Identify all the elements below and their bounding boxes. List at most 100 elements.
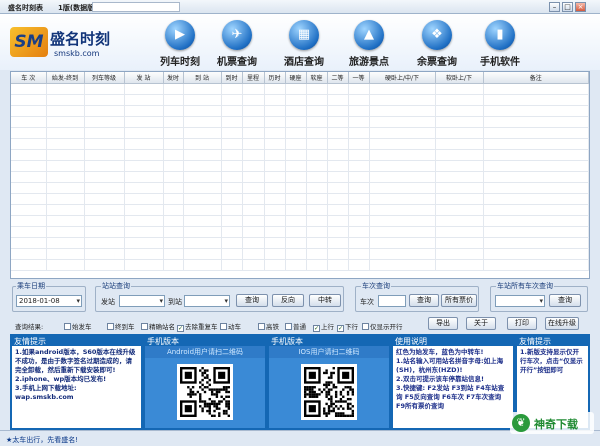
pass-query-button[interactable]: 查询 bbox=[549, 294, 581, 307]
from-station-select[interactable] bbox=[119, 295, 165, 307]
timetable-grid[interactable]: 车 次始发-终到 列车等级发 站发时到 站到时 里程 历时 硬座 软座 二等 一等 硬卧上/中/… bbox=[10, 71, 590, 279]
date-picker[interactable]: 2018-01-08 bbox=[16, 295, 82, 307]
tips-panel-body: 1.如果android版本，S60版本在线升级不成功，是由于数字签名过期造成的，… bbox=[12, 346, 141, 428]
column-header[interactable]: 发时 bbox=[163, 72, 184, 84]
train-no-input[interactable] bbox=[378, 295, 406, 307]
nav-button-0[interactable]: ▶ 列车时刻 bbox=[148, 20, 212, 68]
column-header[interactable]: 发 站 bbox=[124, 72, 164, 84]
minimize-button[interactable]: – bbox=[549, 2, 560, 12]
table-row bbox=[11, 171, 589, 183]
table-row bbox=[11, 226, 589, 238]
train-icon: ▶ bbox=[165, 20, 195, 50]
title-bar: 盛名时刻表 1版(数据版本: – □ × bbox=[0, 0, 600, 14]
export-button[interactable]: 导出 bbox=[428, 317, 458, 330]
table-row bbox=[11, 215, 589, 227]
brand-site: smskb.com bbox=[54, 49, 100, 58]
filter-checkbox[interactable]: 动车 bbox=[220, 321, 241, 331]
checked-box-icon[interactable]: ✓ bbox=[337, 325, 344, 332]
column-header[interactable]: 始发-终到 bbox=[46, 72, 85, 84]
checked-box-icon[interactable]: ✓ bbox=[177, 325, 184, 332]
train-query-button[interactable]: 查询 bbox=[409, 294, 439, 307]
maximize-button[interactable]: □ bbox=[562, 2, 573, 12]
table-row bbox=[11, 127, 589, 139]
table-row bbox=[11, 160, 589, 172]
unchecked-box-icon[interactable] bbox=[107, 323, 114, 330]
nav-button-1[interactable]: ✈ 机票查询 bbox=[205, 20, 269, 68]
status-text: ★太车出行，先看盛名! bbox=[6, 436, 79, 444]
unchecked-box-icon[interactable] bbox=[220, 323, 227, 330]
table-row bbox=[11, 237, 589, 249]
column-header[interactable]: 列车等级 bbox=[84, 72, 125, 84]
unchecked-box-icon[interactable] bbox=[258, 323, 265, 330]
filter-label-text: 上行 bbox=[321, 323, 334, 331]
usage-panel: 使用说明 红色为始发车，蓝色为中转车! 1.站名输入可用站名拼音字母:如上海(S… bbox=[391, 334, 515, 430]
unchecked-box-icon[interactable] bbox=[362, 323, 369, 330]
reverse-button[interactable]: 反向 bbox=[272, 294, 304, 307]
watermark-leaf-icon: ❦ bbox=[512, 414, 530, 432]
about-button[interactable]: 关于 bbox=[466, 317, 496, 330]
info-panels: 友情提示 1.如果android版本，S60版本在线升级不成功，是由于数字签名过… bbox=[10, 334, 590, 430]
column-header[interactable]: 历时 bbox=[264, 72, 286, 84]
pass-group-legend: 车站所有车次查询 bbox=[496, 281, 554, 291]
table-row bbox=[11, 83, 589, 95]
ios-qr-code[interactable] bbox=[301, 364, 357, 420]
all-prices-button[interactable]: 所有票价 bbox=[441, 294, 477, 307]
column-header[interactable]: 硬座 bbox=[285, 72, 307, 84]
print-button[interactable]: 打印 bbox=[507, 317, 537, 330]
train-no-label: 车次 bbox=[360, 298, 374, 306]
column-header[interactable]: 备注 bbox=[483, 72, 589, 84]
scenery-icon: ▲ bbox=[354, 20, 384, 50]
window-title: 盛名时刻表 bbox=[8, 4, 43, 12]
filter-checkbox[interactable]: 高铁 bbox=[258, 321, 279, 331]
usage-panel-body: 红色为始发车，蓝色为中转车! 1.站名输入可用站名拼音字母:如上海(SH)，杭州… bbox=[393, 346, 513, 428]
transfer-button[interactable]: 中转 bbox=[309, 294, 341, 307]
train-group-legend: 车次查询 bbox=[361, 281, 391, 291]
filter-checkbox[interactable]: 精确站名 bbox=[141, 321, 175, 331]
hotel-icon: ▦ bbox=[289, 20, 319, 50]
android-panel: 手机版本 Android用户请扫二维码 bbox=[143, 334, 267, 430]
column-header[interactable]: 里程 bbox=[242, 72, 265, 84]
upgrade-button[interactable]: 在线升级 bbox=[545, 317, 579, 330]
close-button[interactable]: × bbox=[575, 2, 586, 12]
unchecked-box-icon[interactable] bbox=[64, 323, 71, 330]
station-select[interactable] bbox=[495, 295, 545, 307]
column-header[interactable]: 硬卧上/中/下 bbox=[369, 72, 436, 84]
watermark-text: 神奇下载 bbox=[534, 418, 578, 431]
nav-button-2[interactable]: ▦ 酒店查询 bbox=[272, 20, 336, 68]
filter-label-text: 去除重复车 bbox=[185, 323, 218, 331]
filter-checkbox[interactable]: 始发车 bbox=[64, 321, 92, 331]
unchecked-box-icon[interactable] bbox=[285, 323, 292, 330]
filter-label-text: 精确站名 bbox=[149, 323, 175, 331]
table-row bbox=[11, 149, 589, 161]
column-header[interactable]: 二等 bbox=[327, 72, 349, 84]
column-header[interactable]: 一等 bbox=[348, 72, 370, 84]
to-station-select[interactable] bbox=[184, 295, 230, 307]
filter-checkbox[interactable]: 终到车 bbox=[107, 321, 135, 331]
nav-button-4[interactable]: ❖ 余票查询 bbox=[405, 20, 469, 68]
table-row bbox=[11, 94, 589, 106]
column-header[interactable]: 到时 bbox=[221, 72, 243, 84]
column-header[interactable]: 软卧上/下 bbox=[435, 72, 484, 84]
filter-checkbox[interactable]: 普通 bbox=[285, 321, 306, 331]
grid-body bbox=[11, 83, 589, 271]
nav-button-3[interactable]: ▲ 旅游景点 bbox=[337, 20, 401, 68]
filter-label-text: 仅显示开行 bbox=[370, 323, 403, 331]
filter-checkbox[interactable]: ✓ 去除重复车 bbox=[177, 321, 218, 332]
nav-button-5[interactable]: ▮ 手机软件 bbox=[468, 20, 532, 68]
nav-label: 手机软件 bbox=[480, 57, 520, 68]
filter-checkbox[interactable]: 仅显示开行 bbox=[362, 321, 403, 331]
filter-label-text: 高铁 bbox=[266, 323, 279, 331]
filter-checkbox[interactable]: ✓ 上行 bbox=[313, 321, 334, 332]
unchecked-box-icon[interactable] bbox=[141, 323, 148, 330]
station-query-button[interactable]: 查询 bbox=[236, 294, 268, 307]
nav-label: 旅游景点 bbox=[349, 57, 389, 68]
filter-checkbox[interactable]: ✓ 下行 bbox=[337, 321, 358, 332]
nav-label: 机票查询 bbox=[217, 57, 257, 68]
column-header[interactable]: 到 站 bbox=[183, 72, 222, 84]
checked-box-icon[interactable]: ✓ bbox=[313, 325, 320, 332]
android-qr-code[interactable] bbox=[177, 364, 233, 420]
column-header[interactable]: 车 次 bbox=[11, 72, 47, 84]
table-row bbox=[11, 259, 589, 271]
column-header[interactable]: 软座 bbox=[306, 72, 328, 84]
table-row bbox=[11, 182, 589, 194]
